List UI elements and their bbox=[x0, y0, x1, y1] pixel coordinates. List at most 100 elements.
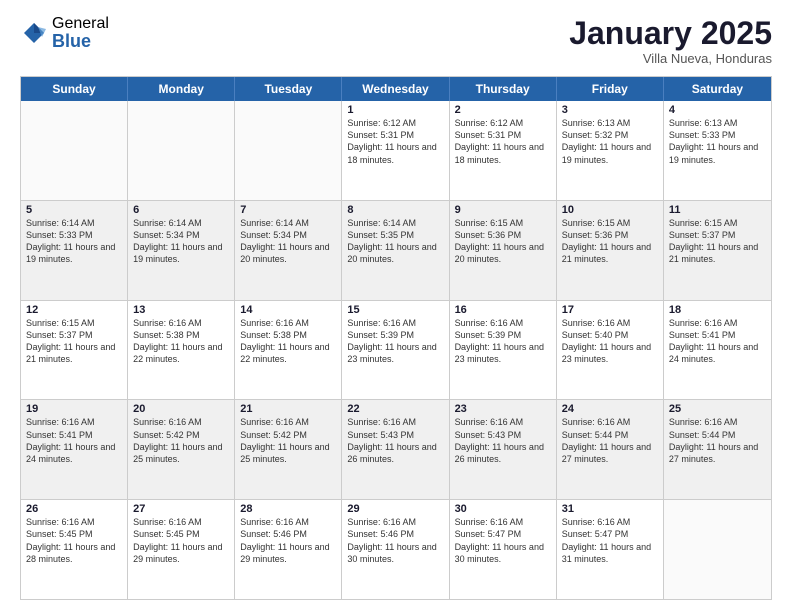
empty-cell bbox=[21, 101, 128, 200]
day-info: Sunrise: 6:16 AM Sunset: 5:38 PM Dayligh… bbox=[240, 317, 336, 366]
page: General Blue January 2025 Villa Nueva, H… bbox=[0, 0, 792, 612]
day-number: 3 bbox=[562, 104, 658, 116]
day-cell-22: 22Sunrise: 6:16 AM Sunset: 5:43 PM Dayli… bbox=[342, 400, 449, 499]
day-number: 31 bbox=[562, 503, 658, 515]
day-info: Sunrise: 6:16 AM Sunset: 5:44 PM Dayligh… bbox=[669, 416, 766, 465]
day-info: Sunrise: 6:14 AM Sunset: 5:34 PM Dayligh… bbox=[133, 217, 229, 266]
day-info: Sunrise: 6:14 AM Sunset: 5:34 PM Dayligh… bbox=[240, 217, 336, 266]
day-info: Sunrise: 6:16 AM Sunset: 5:47 PM Dayligh… bbox=[455, 516, 551, 565]
day-cell-16: 16Sunrise: 6:16 AM Sunset: 5:39 PM Dayli… bbox=[450, 301, 557, 400]
day-number: 17 bbox=[562, 304, 658, 316]
day-cell-6: 6Sunrise: 6:14 AM Sunset: 5:34 PM Daylig… bbox=[128, 201, 235, 300]
day-cell-2: 2Sunrise: 6:12 AM Sunset: 5:31 PM Daylig… bbox=[450, 101, 557, 200]
calendar-row-3: 12Sunrise: 6:15 AM Sunset: 5:37 PM Dayli… bbox=[21, 301, 771, 401]
day-info: Sunrise: 6:16 AM Sunset: 5:42 PM Dayligh… bbox=[240, 416, 336, 465]
day-info: Sunrise: 6:16 AM Sunset: 5:42 PM Dayligh… bbox=[133, 416, 229, 465]
day-info: Sunrise: 6:16 AM Sunset: 5:39 PM Dayligh… bbox=[347, 317, 443, 366]
day-cell-18: 18Sunrise: 6:16 AM Sunset: 5:41 PM Dayli… bbox=[664, 301, 771, 400]
day-cell-25: 25Sunrise: 6:16 AM Sunset: 5:44 PM Dayli… bbox=[664, 400, 771, 499]
day-number: 6 bbox=[133, 204, 229, 216]
day-cell-14: 14Sunrise: 6:16 AM Sunset: 5:38 PM Dayli… bbox=[235, 301, 342, 400]
day-number: 1 bbox=[347, 104, 443, 116]
day-cell-13: 13Sunrise: 6:16 AM Sunset: 5:38 PM Dayli… bbox=[128, 301, 235, 400]
day-number: 19 bbox=[26, 403, 122, 415]
day-cell-30: 30Sunrise: 6:16 AM Sunset: 5:47 PM Dayli… bbox=[450, 500, 557, 599]
day-cell-10: 10Sunrise: 6:15 AM Sunset: 5:36 PM Dayli… bbox=[557, 201, 664, 300]
day-number: 29 bbox=[347, 503, 443, 515]
day-info: Sunrise: 6:16 AM Sunset: 5:46 PM Dayligh… bbox=[347, 516, 443, 565]
day-cell-21: 21Sunrise: 6:16 AM Sunset: 5:42 PM Dayli… bbox=[235, 400, 342, 499]
header-day-friday: Friday bbox=[557, 77, 664, 101]
day-number: 14 bbox=[240, 304, 336, 316]
day-cell-9: 9Sunrise: 6:15 AM Sunset: 5:36 PM Daylig… bbox=[450, 201, 557, 300]
calendar-row-4: 19Sunrise: 6:16 AM Sunset: 5:41 PM Dayli… bbox=[21, 400, 771, 500]
day-cell-20: 20Sunrise: 6:16 AM Sunset: 5:42 PM Dayli… bbox=[128, 400, 235, 499]
day-number: 10 bbox=[562, 204, 658, 216]
day-info: Sunrise: 6:16 AM Sunset: 5:41 PM Dayligh… bbox=[26, 416, 122, 465]
day-number: 28 bbox=[240, 503, 336, 515]
header-day-monday: Monday bbox=[128, 77, 235, 101]
day-info: Sunrise: 6:16 AM Sunset: 5:46 PM Dayligh… bbox=[240, 516, 336, 565]
day-cell-24: 24Sunrise: 6:16 AM Sunset: 5:44 PM Dayli… bbox=[557, 400, 664, 499]
header-day-thursday: Thursday bbox=[450, 77, 557, 101]
calendar-row-5: 26Sunrise: 6:16 AM Sunset: 5:45 PM Dayli… bbox=[21, 500, 771, 599]
header-day-sunday: Sunday bbox=[21, 77, 128, 101]
day-number: 21 bbox=[240, 403, 336, 415]
day-number: 2 bbox=[455, 104, 551, 116]
day-number: 18 bbox=[669, 304, 766, 316]
day-number: 25 bbox=[669, 403, 766, 415]
logo: General Blue bbox=[20, 16, 109, 50]
day-number: 15 bbox=[347, 304, 443, 316]
day-number: 9 bbox=[455, 204, 551, 216]
day-cell-23: 23Sunrise: 6:16 AM Sunset: 5:43 PM Dayli… bbox=[450, 400, 557, 499]
day-info: Sunrise: 6:12 AM Sunset: 5:31 PM Dayligh… bbox=[455, 117, 551, 166]
day-cell-11: 11Sunrise: 6:15 AM Sunset: 5:37 PM Dayli… bbox=[664, 201, 771, 300]
day-info: Sunrise: 6:14 AM Sunset: 5:35 PM Dayligh… bbox=[347, 217, 443, 266]
day-info: Sunrise: 6:13 AM Sunset: 5:33 PM Dayligh… bbox=[669, 117, 766, 166]
day-info: Sunrise: 6:16 AM Sunset: 5:44 PM Dayligh… bbox=[562, 416, 658, 465]
day-cell-4: 4Sunrise: 6:13 AM Sunset: 5:33 PM Daylig… bbox=[664, 101, 771, 200]
day-info: Sunrise: 6:16 AM Sunset: 5:45 PM Dayligh… bbox=[26, 516, 122, 565]
day-cell-17: 17Sunrise: 6:16 AM Sunset: 5:40 PM Dayli… bbox=[557, 301, 664, 400]
day-number: 8 bbox=[347, 204, 443, 216]
day-number: 30 bbox=[455, 503, 551, 515]
day-info: Sunrise: 6:15 AM Sunset: 5:37 PM Dayligh… bbox=[26, 317, 122, 366]
day-cell-3: 3Sunrise: 6:13 AM Sunset: 5:32 PM Daylig… bbox=[557, 101, 664, 200]
day-info: Sunrise: 6:16 AM Sunset: 5:47 PM Dayligh… bbox=[562, 516, 658, 565]
header-day-wednesday: Wednesday bbox=[342, 77, 449, 101]
day-info: Sunrise: 6:15 AM Sunset: 5:36 PM Dayligh… bbox=[455, 217, 551, 266]
day-info: Sunrise: 6:16 AM Sunset: 5:41 PM Dayligh… bbox=[669, 317, 766, 366]
day-number: 13 bbox=[133, 304, 229, 316]
day-info: Sunrise: 6:12 AM Sunset: 5:31 PM Dayligh… bbox=[347, 117, 443, 166]
day-cell-8: 8Sunrise: 6:14 AM Sunset: 5:35 PM Daylig… bbox=[342, 201, 449, 300]
day-number: 22 bbox=[347, 403, 443, 415]
day-cell-31: 31Sunrise: 6:16 AM Sunset: 5:47 PM Dayli… bbox=[557, 500, 664, 599]
day-cell-26: 26Sunrise: 6:16 AM Sunset: 5:45 PM Dayli… bbox=[21, 500, 128, 599]
day-number: 5 bbox=[26, 204, 122, 216]
day-number: 26 bbox=[26, 503, 122, 515]
header: General Blue January 2025 Villa Nueva, H… bbox=[20, 16, 772, 66]
logo-blue: Blue bbox=[52, 32, 109, 50]
calendar-header: SundayMondayTuesdayWednesdayThursdayFrid… bbox=[21, 77, 771, 101]
day-number: 7 bbox=[240, 204, 336, 216]
day-cell-19: 19Sunrise: 6:16 AM Sunset: 5:41 PM Dayli… bbox=[21, 400, 128, 499]
title-area: January 2025 Villa Nueva, Honduras bbox=[569, 16, 772, 66]
subtitle: Villa Nueva, Honduras bbox=[569, 51, 772, 66]
calendar-body: 1Sunrise: 6:12 AM Sunset: 5:31 PM Daylig… bbox=[21, 101, 771, 599]
day-info: Sunrise: 6:15 AM Sunset: 5:37 PM Dayligh… bbox=[669, 217, 766, 266]
day-cell-28: 28Sunrise: 6:16 AM Sunset: 5:46 PM Dayli… bbox=[235, 500, 342, 599]
day-cell-29: 29Sunrise: 6:16 AM Sunset: 5:46 PM Dayli… bbox=[342, 500, 449, 599]
day-number: 27 bbox=[133, 503, 229, 515]
day-info: Sunrise: 6:16 AM Sunset: 5:45 PM Dayligh… bbox=[133, 516, 229, 565]
day-cell-12: 12Sunrise: 6:15 AM Sunset: 5:37 PM Dayli… bbox=[21, 301, 128, 400]
calendar-row-1: 1Sunrise: 6:12 AM Sunset: 5:31 PM Daylig… bbox=[21, 101, 771, 201]
day-info: Sunrise: 6:13 AM Sunset: 5:32 PM Dayligh… bbox=[562, 117, 658, 166]
day-cell-15: 15Sunrise: 6:16 AM Sunset: 5:39 PM Dayli… bbox=[342, 301, 449, 400]
day-cell-5: 5Sunrise: 6:14 AM Sunset: 5:33 PM Daylig… bbox=[21, 201, 128, 300]
empty-cell bbox=[128, 101, 235, 200]
day-number: 16 bbox=[455, 304, 551, 316]
day-number: 12 bbox=[26, 304, 122, 316]
day-cell-1: 1Sunrise: 6:12 AM Sunset: 5:31 PM Daylig… bbox=[342, 101, 449, 200]
logo-icon bbox=[20, 19, 48, 47]
day-info: Sunrise: 6:15 AM Sunset: 5:36 PM Dayligh… bbox=[562, 217, 658, 266]
